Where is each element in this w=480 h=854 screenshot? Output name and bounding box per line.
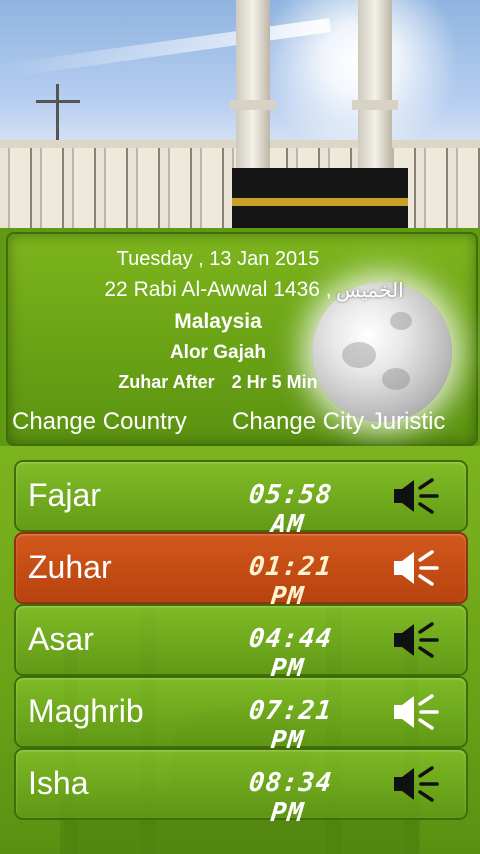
minaret-left xyxy=(230,0,276,170)
speaker-icon[interactable] xyxy=(392,548,440,588)
prayer-row-fajar[interactable]: Fajar 05:58 AM xyxy=(14,460,468,540)
next-prayer-remaining: 2 Hr 5 Min xyxy=(231,372,318,392)
change-city-link[interactable]: Change City Juristic xyxy=(232,408,445,436)
action-links: Change Country Change City Juristic xyxy=(8,408,476,442)
prayer-name: Maghrib xyxy=(28,693,144,729)
prayer-time: 05:58 AM xyxy=(247,480,334,540)
info-panel: Tuesday , 13 Jan 2015 22 Rabi Al-Awwal 1… xyxy=(6,232,478,446)
speaker-icon[interactable] xyxy=(392,764,440,804)
prayer-time: 08:34 PM xyxy=(247,768,334,828)
next-prayer-label: Zuhar After xyxy=(118,372,215,392)
arabic-day: الخميس xyxy=(336,278,404,302)
light-pole-bar xyxy=(36,100,80,103)
header-image xyxy=(0,0,480,228)
minaret-right xyxy=(352,0,398,170)
city-name: Alor Gajah xyxy=(169,342,267,363)
prayer-name: Zuhar xyxy=(28,549,112,585)
prayer-time: 01:21 PM xyxy=(247,552,334,612)
prayer-row-asar[interactable]: Asar 04:44 PM xyxy=(14,604,468,684)
prayer-row-isha[interactable]: Isha 08:34 PM xyxy=(14,748,468,828)
country-name: Malaysia xyxy=(174,310,262,333)
prayer-row-maghrib[interactable]: Maghrib 07:21 PM xyxy=(14,676,468,756)
speaker-icon[interactable] xyxy=(392,620,440,660)
gregorian-date: Tuesday , 13 Jan 2015 xyxy=(116,248,320,270)
next-prayer-countdown: Zuhar After 2 Hr 5 Min xyxy=(8,372,428,393)
prayer-time: 07:21 PM xyxy=(247,696,334,756)
prayer-name: Asar xyxy=(28,621,94,657)
speaker-icon[interactable] xyxy=(392,692,440,732)
speaker-icon[interactable] xyxy=(392,476,440,516)
prayer-name: Isha xyxy=(28,765,89,801)
change-country-link[interactable]: Change Country xyxy=(12,408,187,436)
prayer-time: 04:44 PM xyxy=(247,624,334,684)
prayer-name: Fajar xyxy=(28,477,101,513)
kaaba xyxy=(232,168,408,228)
prayer-row-zuhar[interactable]: Zuhar 01:21 PM xyxy=(14,532,468,612)
